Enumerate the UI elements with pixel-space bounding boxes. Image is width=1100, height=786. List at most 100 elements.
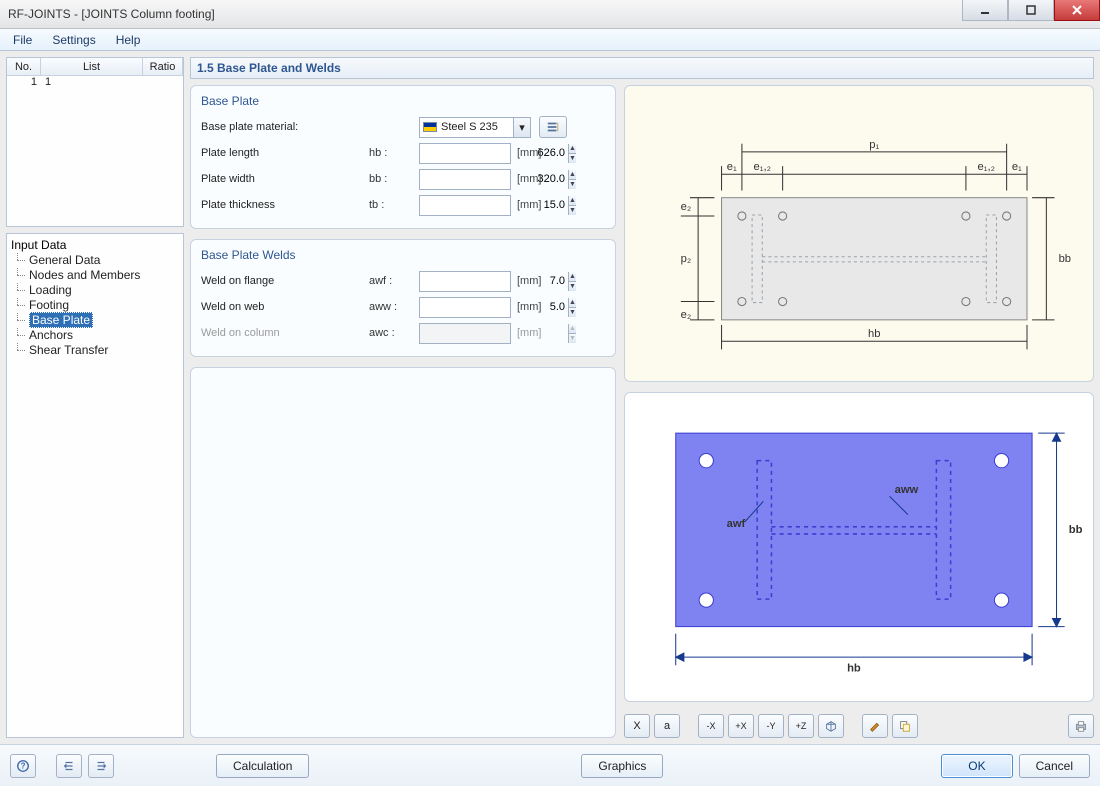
svg-text:p₁: p₁ [869,139,879,151]
view-neg-x-button[interactable]: -X [698,714,724,738]
tree-item-base-plate[interactable]: Base Plate [11,313,179,328]
close-button[interactable] [1054,0,1100,21]
navigator-tree[interactable]: Input Data General Data Nodes and Member… [6,233,184,738]
view-pos-x-button[interactable]: +X [728,714,754,738]
list-header-list[interactable]: List [41,58,143,75]
material-select[interactable]: Steel S 235 ▾ [419,117,531,138]
view-copy-button[interactable] [892,714,918,738]
footer: ? Calculation Graphics OK Cancel [0,744,1100,786]
graphics-column: p₁ e₁ e₁,₂ e₁,₂ e₁ e₂ [624,85,1094,738]
nav-prev-button[interactable] [56,754,82,778]
window-title: RF-JOINTS - [JOINTS Column footing] [8,7,215,21]
svg-text:e₁,₂: e₁,₂ [754,161,771,173]
group-title-plate: Base Plate [199,92,607,114]
spin-up-icon[interactable]: ▲ [569,144,576,154]
group-base-plate: Base Plate Base plate material: Steel S … [190,85,616,229]
sym-thick: tb : [369,199,419,211]
label-length: Plate length [199,147,369,159]
svg-text:hb: hb [847,662,861,674]
material-library-button[interactable] [539,116,567,138]
label-material: Base plate material: [199,121,369,133]
unit-weld-web: [mm] [517,301,541,313]
spin-down-icon[interactable]: ▼ [569,180,576,189]
chevron-down-icon: ▾ [513,118,530,137]
unit-thick: [mm] [517,199,541,211]
spin-up-icon[interactable]: ▲ [569,272,576,282]
cancel-button[interactable]: Cancel [1019,754,1090,778]
svg-text:p₂: p₂ [681,253,692,265]
nav-next-button[interactable] [88,754,114,778]
unit-length: [mm] [517,147,541,159]
list-header-no[interactable]: No. [7,58,41,75]
tree-item-nodes-members[interactable]: Nodes and Members [11,268,179,283]
spin-up-icon[interactable]: ▲ [569,298,576,308]
tree-item-loading[interactable]: Loading [11,283,179,298]
view-x-button[interactable]: X [624,714,650,738]
unit-width: [mm] [517,173,541,185]
view-iso-button[interactable] [818,714,844,738]
menu-file[interactable]: File [4,30,41,50]
tree-item-general-data[interactable]: General Data [11,253,179,268]
label-weld-column: Weld on column [199,327,369,339]
svg-text:e₂: e₂ [681,309,692,321]
tree-item-footing[interactable]: Footing [11,298,179,313]
view-toolbar: X a -X +X -Y +Z [624,712,1094,738]
view-pos-z-button[interactable]: +Z [788,714,814,738]
case-list-panel: No. List Ratio 1 1 [6,57,184,227]
spin-down-icon[interactable]: ▼ [569,206,576,215]
spin-down-icon[interactable]: ▼ [569,308,576,317]
list-row[interactable]: 1 1 [7,76,183,92]
list-cell-no: 1 [7,76,41,92]
graphics-button[interactable]: Graphics [581,754,663,778]
label-weld-flange: Weld on flange [199,275,369,287]
list-cell-list: 1 [41,76,183,92]
left-column: No. List Ratio 1 1 Input Data General Da… [6,57,184,738]
tree-item-shear-transfer[interactable]: Shear Transfer [11,343,179,358]
label-thickness: Plate thickness [199,199,369,211]
input-plate-thickness[interactable]: ▲▼ [419,195,511,216]
svg-text:hb: hb [868,328,880,340]
spin-down-icon[interactable]: ▼ [569,154,576,163]
svg-text:bb: bb [1069,524,1083,536]
sym-weld-flange: awf : [369,275,419,287]
diagram-dimensions[interactable]: p₁ e₁ e₁,₂ e₁,₂ e₁ e₂ [624,85,1094,382]
unit-weld-column: [mm] [517,327,541,339]
form-column: Base Plate Base plate material: Steel S … [190,85,616,738]
spin-down-icon: ▼ [569,334,576,343]
ok-button[interactable]: OK [941,754,1012,778]
diagram-welds[interactable]: awf aww hb [624,392,1094,702]
minimize-button[interactable] [962,0,1008,21]
window-controls [962,0,1100,21]
menu-help[interactable]: Help [107,30,150,50]
view-edit-button[interactable] [862,714,888,738]
spin-up-icon[interactable]: ▲ [569,196,576,206]
list-header-ratio[interactable]: Ratio [143,58,183,75]
svg-text:awf: awf [727,517,746,529]
input-plate-width[interactable]: ▲▼ [419,169,511,190]
view-text-button[interactable]: a [654,714,680,738]
calculation-button[interactable]: Calculation [216,754,309,778]
svg-text:e₁: e₁ [727,161,737,173]
sym-weld-column: awc : [369,327,419,339]
input-weld-flange[interactable]: ▲▼ [419,271,511,292]
sym-length: hb : [369,147,419,159]
spin-up-icon[interactable]: ▲ [569,170,576,180]
tree-item-anchors[interactable]: Anchors [11,328,179,343]
view-neg-y-button[interactable]: -Y [758,714,784,738]
workspace: No. List Ratio 1 1 Input Data General Da… [0,51,1100,744]
help-button[interactable]: ? [10,754,36,778]
spin-down-icon[interactable]: ▼ [569,282,576,291]
group-title-welds: Base Plate Welds [199,246,607,268]
tree-root[interactable]: Input Data [11,238,179,253]
sym-width: bb : [369,173,419,185]
svg-text:bb: bb [1059,253,1071,265]
group-welds: Base Plate Welds Weld on flange awf : ▲▼… [190,239,616,357]
input-plate-length[interactable]: ▲▼ [419,143,511,164]
maximize-button[interactable] [1008,0,1054,21]
spare-panel [190,367,616,738]
material-value: Steel S 235 [441,121,498,133]
view-print-button[interactable] [1068,714,1094,738]
input-weld-web[interactable]: ▲▼ [419,297,511,318]
title-bar: RF-JOINTS - [JOINTS Column footing] [0,0,1100,29]
menu-settings[interactable]: Settings [43,30,104,50]
